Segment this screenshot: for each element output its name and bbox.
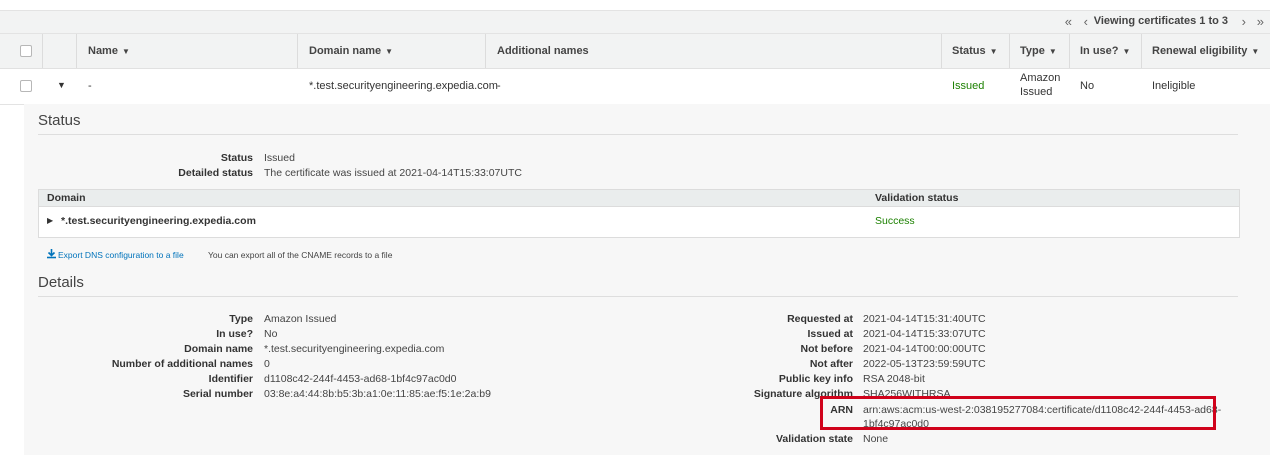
last-page-button[interactable]: »	[1257, 14, 1264, 29]
caret-down-icon: ▼	[1122, 47, 1131, 56]
domain-validation-table: Domain Validation status ▶ *.test.securi…	[38, 189, 1240, 238]
domain-name-value: *.test.securityengineering.expedia.com	[264, 343, 445, 355]
column-header-additional-names: Additional names	[497, 45, 589, 57]
divider	[941, 34, 942, 68]
pagination-bar: « ‹ Viewing certificates 1 to 3 › »	[0, 10, 1270, 33]
validation-status-column-header: Validation status	[875, 192, 959, 204]
issued-at-label: Issued at	[807, 328, 853, 340]
divider	[38, 296, 1238, 297]
cell-status: Issued	[952, 80, 985, 92]
not-before-value: 2021-04-14T00:00:00UTC	[863, 343, 986, 355]
identifier-link[interactable]: d1108c42-244f-4453-ad68-1bf4c97ac0d0	[264, 373, 456, 385]
divider	[38, 134, 1238, 135]
cell-additional-names: -	[497, 80, 501, 92]
caret-down-icon: ▼	[989, 47, 998, 56]
certificates-table-header: Name ▼ Domain name ▼ Additional names Stat…	[0, 33, 1270, 69]
caret-down-icon: ▼	[1251, 47, 1260, 56]
next-page-button[interactable]: ›	[1242, 14, 1246, 29]
requested-at-value: 2021-04-14T15:31:40UTC	[863, 313, 986, 325]
type-value: Amazon Issued	[264, 313, 337, 325]
in-use-label: In use?	[216, 328, 253, 340]
public-key-info-label: Public key info	[778, 373, 853, 385]
validation-state-value: None	[863, 433, 889, 445]
public-key-info-value: RSA 2048-bit	[863, 373, 925, 385]
additional-names-count-value: 0	[264, 358, 270, 370]
status-value: Issued	[264, 152, 295, 164]
table-row[interactable]: ▼ - *.test.securityengineering.expedia.c…	[0, 68, 1270, 105]
identifier-label: Identifier	[208, 373, 253, 385]
expand-caret-icon[interactable]: ▼	[57, 80, 66, 90]
prev-page-button[interactable]: ‹	[1084, 14, 1088, 29]
caret-down-icon: ▼	[385, 47, 394, 56]
cell-name: -	[88, 80, 92, 92]
serial-number-label: Serial number	[182, 388, 253, 400]
column-header-status[interactable]: Status ▼	[952, 45, 998, 57]
issued-at-value: 2021-04-14T15:33:07UTC	[863, 328, 986, 340]
serial-number-value: 03:8e:a4:44:8b:b5:3b:a1:0e:11:85:ae:f5:1…	[264, 388, 491, 400]
row-checkbox[interactable]	[20, 80, 32, 92]
validation-state-label: Validation state	[775, 433, 853, 445]
divider	[297, 34, 298, 68]
type-label: Type	[229, 313, 253, 325]
export-note: You can export all of the CNAME records …	[208, 250, 393, 260]
divider	[1069, 34, 1070, 68]
domain-name-label: Domain name	[184, 343, 253, 355]
caret-down-icon: ▼	[121, 47, 130, 56]
cell-type-line1: Amazon	[1020, 72, 1061, 84]
column-header-name[interactable]: Name ▼	[88, 45, 130, 57]
divider	[42, 34, 43, 68]
detailed-status-label: Detailed status	[178, 167, 253, 179]
cell-type-line2: Issued	[1020, 86, 1053, 98]
caret-down-icon: ▼	[1048, 47, 1057, 56]
cell-domain: *.test.securityengineering.expedia.com	[309, 80, 498, 92]
validation-status-value: Success	[875, 215, 915, 227]
domain-row-value: *.test.securityengineering.expedia.com	[61, 215, 256, 227]
cell-in-use: No	[1080, 80, 1095, 92]
details-section-title: Details	[38, 274, 84, 291]
not-before-label: Not before	[800, 343, 854, 355]
not-after-label: Not after	[809, 358, 853, 370]
expand-triangle-icon[interactable]: ▶	[47, 216, 53, 225]
divider	[76, 34, 77, 68]
cell-renewal-eligibility: Ineligible	[1152, 80, 1196, 92]
column-header-type[interactable]: Type ▼	[1020, 45, 1057, 57]
first-page-button[interactable]: «	[1065, 14, 1072, 29]
divider	[1141, 34, 1142, 68]
column-header-renewal-eligibility[interactable]: Renewal eligibility ▼	[1152, 45, 1259, 57]
divider	[485, 34, 486, 68]
domain-table-header: Domain Validation status	[39, 190, 1239, 207]
column-header-in-use[interactable]: In use? ▼	[1080, 45, 1130, 57]
status-section-title: Status	[38, 112, 81, 129]
status-label: Status	[220, 152, 253, 164]
export-dns-link[interactable]: Export DNS configuration to a file	[58, 250, 184, 260]
not-after-value: 2022-05-13T23:59:59UTC	[863, 358, 986, 370]
divider	[1009, 34, 1010, 68]
domain-column-header: Domain	[47, 192, 86, 204]
arn-highlight-box	[820, 396, 1216, 430]
select-all-checkbox[interactable]	[20, 45, 32, 57]
requested-at-label: Requested at	[787, 313, 853, 325]
in-use-value: No	[264, 328, 278, 340]
pagination-text: Viewing certificates 1 to 3	[1093, 15, 1228, 27]
detailed-status-value: The certificate was issued at 2021-04-14…	[264, 167, 522, 179]
additional-names-count-label: Number of additional names	[111, 358, 253, 370]
column-header-domain[interactable]: Domain name ▼	[309, 45, 393, 57]
download-icon[interactable]	[46, 248, 57, 262]
